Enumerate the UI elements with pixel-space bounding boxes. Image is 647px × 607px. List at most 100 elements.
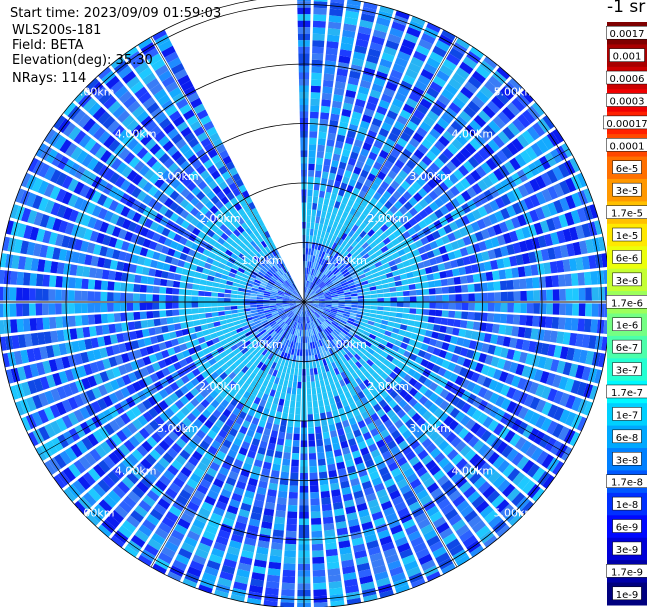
range-gate: [159, 286, 167, 294]
range-gate: [409, 290, 417, 296]
range-gate: [572, 288, 579, 301]
range-gate: [390, 297, 397, 302]
range-gate: [312, 20, 326, 28]
range-gate: [323, 158, 332, 166]
range-gate: [237, 305, 244, 310]
range-gate: [316, 439, 324, 447]
range-gate: [95, 268, 104, 279]
range-gate: [324, 60, 337, 69]
range-gate: [498, 269, 507, 280]
range-gate: [364, 298, 371, 302]
range-gate: [545, 275, 553, 288]
range-gate: [146, 311, 154, 319]
range-gate: [322, 204, 328, 212]
range-gate: [237, 308, 245, 313]
range-gate: [81, 314, 89, 326]
range-gate: [185, 282, 193, 290]
range-gate: [310, 504, 321, 512]
range-gate: [305, 248, 309, 255]
range-gate: [312, 563, 325, 571]
range-gate: [428, 309, 436, 316]
range-gate: [338, 297, 345, 300]
range-gate: [316, 157, 324, 165]
range-gate: [159, 302, 166, 310]
range-gate: [0, 303, 4, 318]
range-gate: [376, 289, 384, 294]
range-gate: [231, 313, 239, 318]
range-gate: [133, 293, 140, 302]
range-gate: [492, 323, 500, 334]
range-gate: [326, 457, 335, 465]
range-gate: [313, 183, 320, 191]
range-gate: [326, 555, 339, 563]
range-gate: [272, 529, 284, 538]
range-gate: [305, 336, 308, 343]
range-gate: [435, 309, 443, 317]
range-gate: [48, 275, 57, 288]
range-gate: [61, 316, 70, 328]
range-gate: [311, 537, 323, 545]
range-gate: [139, 284, 147, 293]
range-gate: [22, 287, 30, 301]
range-gate: [311, 209, 317, 217]
range-gate: [95, 325, 104, 336]
range-gate: [558, 317, 566, 330]
range-gate: [276, 404, 284, 413]
range-gate: [304, 274, 307, 281]
range-gate: [525, 277, 534, 289]
range-gate: [310, 498, 320, 506]
range-gate: [312, 40, 325, 48]
range-gate: [461, 284, 469, 293]
range-gate: [448, 302, 456, 310]
range-gate: [312, 400, 319, 408]
range-gate: [317, 229, 322, 237]
range-gate: [263, 297, 270, 300]
range-gate: [107, 313, 115, 323]
range-gate: [493, 281, 501, 291]
range-gate: [283, 452, 291, 460]
range-gate: [274, 450, 283, 459]
range-gate: [154, 269, 163, 278]
range-gate: [318, 465, 327, 473]
range-gate: [165, 309, 173, 317]
range-gate: [583, 271, 592, 286]
range-gate: [322, 164, 330, 173]
range-gate: [447, 277, 455, 286]
range-gate: [442, 302, 449, 310]
range-gate: [282, 576, 296, 584]
range-gate: [375, 284, 383, 290]
range-gate: [382, 288, 390, 293]
range-gate: [309, 466, 318, 473]
range-gate: [165, 302, 173, 309]
range-gate: [204, 297, 212, 302]
range-gate: [272, 397, 280, 405]
range-gate: [451, 268, 460, 277]
range-gate: [513, 291, 521, 301]
range-gate: [61, 303, 69, 315]
range-gate: [270, 548, 283, 557]
range-gate: [208, 270, 216, 277]
range-gate: [87, 279, 96, 290]
range-gate: [185, 296, 192, 302]
range-gate: [487, 302, 495, 312]
range-gate: [328, 469, 338, 478]
range-gate: [275, 444, 284, 452]
range-gate: [107, 292, 114, 302]
range-gate: [461, 293, 469, 302]
range-gate: [328, 126, 338, 135]
range-gate: [159, 278, 168, 287]
range-gate: [198, 307, 206, 314]
range-gate: [230, 302, 238, 306]
range-gate: [467, 284, 475, 293]
range-gate: [318, 223, 324, 231]
range-gate: [278, 431, 286, 440]
range-gate: [94, 303, 101, 313]
range-gate: [292, 440, 300, 447]
range-gate: [278, 378, 284, 386]
range-gate: [305, 261, 308, 268]
range-gate: [279, 425, 287, 433]
range-gate: [237, 312, 245, 317]
range-gate: [383, 302, 391, 307]
range-gate: [321, 497, 331, 505]
range-gate: [205, 317, 214, 324]
